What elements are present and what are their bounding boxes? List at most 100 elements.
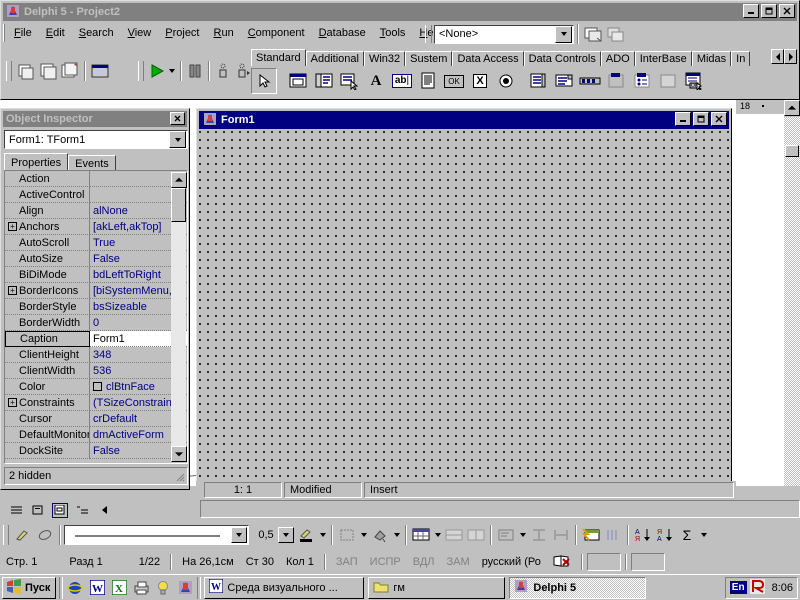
close-button[interactable] — [711, 112, 727, 126]
expand-icon[interactable]: + — [8, 222, 17, 231]
palette-tab-system[interactable]: Sustem — [405, 51, 453, 66]
scroll-up-button[interactable] — [784, 100, 800, 116]
line-style-combo[interactable] — [64, 525, 249, 545]
palette-tab-ado[interactable]: ADO — [600, 51, 635, 66]
property-row[interactable]: DockSite False — [5, 443, 187, 459]
edit-component[interactable]: ab| — [389, 68, 415, 94]
align-dropdown[interactable] — [517, 524, 528, 546]
shading-color-dropdown[interactable] — [391, 524, 402, 546]
palette-tab-midas[interactable]: Midas — [691, 51, 732, 66]
excel-icon[interactable]: X — [110, 579, 128, 597]
align-icon[interactable] — [495, 524, 517, 546]
distribute-rows-icon[interactable] — [528, 524, 550, 546]
status-ovr[interactable]: ЗАМ — [441, 556, 476, 568]
popupmenu-component[interactable] — [337, 68, 363, 94]
close-button[interactable] — [779, 4, 795, 18]
chevron-down-icon[interactable] — [278, 527, 294, 543]
form-title-bar[interactable]: Form1 — [199, 111, 729, 129]
property-row[interactable]: BorderWidth 0 — [5, 315, 187, 331]
border-style-dropdown[interactable] — [358, 524, 369, 546]
menu-database[interactable]: Database — [312, 25, 373, 41]
maximize-button[interactable] — [761, 4, 777, 18]
status-rec[interactable]: ЗАП — [330, 556, 364, 568]
antivirus-icon[interactable] — [749, 578, 765, 597]
property-row[interactable]: + Constraints (TSizeConstrain — [5, 395, 187, 411]
palette-tab-additional[interactable]: Additional — [305, 51, 364, 66]
menubar-grip[interactable] — [3, 24, 5, 42]
collapse-view-icon[interactable] — [96, 503, 112, 518]
combo-grip[interactable] — [425, 25, 432, 43]
property-row[interactable]: + BorderIcons [biSystemMenu, — [5, 283, 187, 299]
panel-component[interactable] — [655, 68, 681, 94]
draw-pen-icon[interactable] — [12, 524, 34, 546]
new-form-icon[interactable] — [582, 23, 604, 45]
actionlist-component[interactable]: OK — [681, 68, 707, 94]
property-row[interactable]: AutoScroll True — [5, 235, 187, 251]
change-text-direction-icon[interactable] — [602, 524, 624, 546]
outline-view-icon[interactable] — [74, 503, 90, 518]
scroll-down-button[interactable] — [171, 446, 187, 462]
listbox-component[interactable] — [525, 68, 551, 94]
groupbox-component[interactable] — [603, 68, 629, 94]
run-icon[interactable] — [147, 60, 167, 82]
shading-color-icon[interactable] — [369, 524, 391, 546]
property-grid[interactable]: Action ActiveControl Align alNone + Anchors [a… — [4, 170, 188, 464]
start-button[interactable]: Пуск — [2, 576, 57, 599]
property-row[interactable]: AutoSize False — [5, 251, 187, 267]
word-vertical-scrollbar[interactable] — [784, 100, 800, 486]
add-file-icon[interactable]: * — [59, 60, 81, 82]
word-icon[interactable]: W — [88, 579, 106, 597]
insert-table-icon[interactable] — [410, 524, 432, 546]
menu-edit[interactable]: Edit — [39, 25, 72, 41]
merge-cells-icon[interactable] — [443, 524, 465, 546]
pen-color-icon[interactable] — [295, 524, 317, 546]
palette-tab-standard[interactable]: Standard — [251, 49, 306, 66]
status-ext[interactable]: ВДЛ — [407, 556, 441, 568]
property-row[interactable]: Color clBtnFace — [5, 379, 187, 395]
delphi-icon[interactable] — [176, 579, 194, 597]
property-row[interactable]: ClientWidth 536 — [5, 363, 187, 379]
expand-icon[interactable]: + — [8, 286, 17, 295]
combobox-component[interactable] — [551, 68, 577, 94]
chevron-down-icon[interactable] — [555, 25, 572, 43]
toolbar-overflow[interactable] — [698, 524, 709, 546]
property-row[interactable]: BiDiMode bdLeftToRight — [5, 267, 187, 283]
word-horizontal-scrollbar[interactable] — [200, 500, 800, 518]
palette-tab-data-access[interactable]: Data Access — [452, 51, 524, 66]
chevron-down-icon[interactable] — [169, 131, 186, 148]
maximize-button[interactable] — [693, 112, 709, 126]
property-row[interactable]: Caption Form1 — [5, 331, 187, 347]
memo-component[interactable] — [415, 68, 441, 94]
language-indicator[interactable]: En — [729, 581, 747, 594]
menu-search[interactable]: Search — [72, 25, 121, 41]
clock[interactable]: 8:06 — [768, 582, 793, 594]
property-row[interactable]: ActiveControl — [5, 187, 187, 203]
radiobutton-component[interactable] — [493, 68, 519, 94]
project-combo[interactable]: <None> — [434, 24, 574, 44]
minimize-button[interactable] — [675, 112, 691, 126]
border-style-icon[interactable] — [336, 524, 358, 546]
sort-ascending-icon[interactable]: AЯ — [632, 524, 654, 546]
palette-scroll-left-button[interactable] — [771, 49, 784, 64]
scrollbar-track[interactable] — [171, 188, 186, 446]
delphi-title-bar[interactable]: Delphi 5 - Project2 — [3, 3, 797, 21]
scrollbar-track[interactable] — [784, 117, 800, 486]
resize-grip[interactable] — [175, 472, 185, 482]
object-inspector-title-bar[interactable]: Object Inspector — [3, 111, 187, 127]
line-weight-combo[interactable]: 0,5 — [249, 525, 295, 545]
eraser-icon[interactable] — [34, 524, 56, 546]
tab-properties[interactable]: Properties — [4, 153, 69, 171]
spellcheck-icon[interactable] — [547, 554, 577, 571]
step-over-icon[interactable] — [233, 60, 253, 82]
radiogroup-component[interactable] — [629, 68, 655, 94]
distribute-columns-icon[interactable] — [550, 524, 572, 546]
property-row[interactable]: Align alNone — [5, 203, 187, 219]
insert-table-dropdown[interactable] — [432, 524, 443, 546]
property-row[interactable]: BorderStyle bsSizeable — [5, 299, 187, 315]
scrollbar-thumb[interactable] — [785, 145, 799, 157]
toolbar-grip[interactable] — [6, 61, 12, 81]
task-button-word[interactable]: W Среда визуального ... — [204, 576, 365, 599]
scroll-up-button[interactable] — [171, 172, 187, 188]
property-row[interactable]: ClientHeight 348 — [5, 347, 187, 363]
property-grid-scrollbar[interactable] — [171, 172, 187, 462]
